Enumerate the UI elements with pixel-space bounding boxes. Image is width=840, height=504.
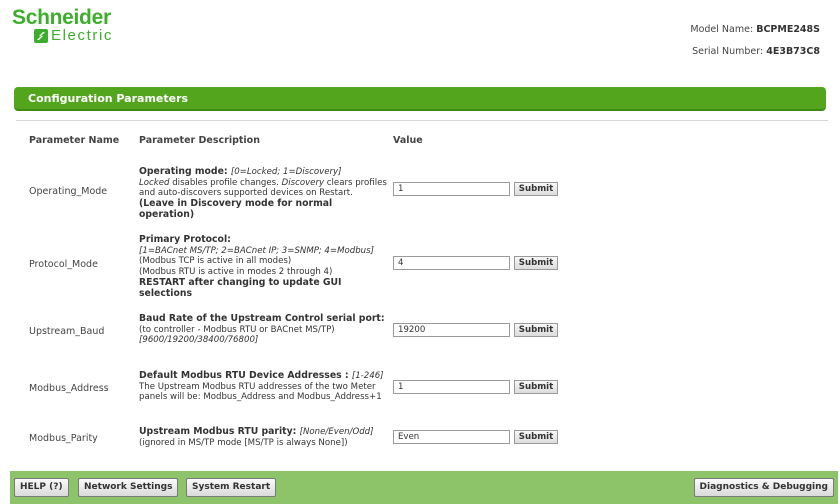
param-name-upstream-baud: Upstream_Baud <box>29 326 105 337</box>
schneider-electric-logo: Schneider Electric <box>12 7 122 49</box>
electric-mark-icon <box>34 29 48 43</box>
param-name-protocol-mode: Protocol_Mode <box>29 259 98 270</box>
operating-mode-submit-button[interactable]: Submit <box>514 182 558 196</box>
modbus-address-submit-button[interactable]: Submit <box>514 380 558 394</box>
protocol-mode-submit-button[interactable]: Submit <box>514 256 558 270</box>
logo-wordmark: Schneider <box>12 6 111 29</box>
param-desc-upstream-baud: Baud Rate of the Upstream Control serial… <box>139 313 385 346</box>
modbus-parity-input[interactable] <box>393 430 510 444</box>
protocol-mode-input[interactable] <box>393 256 510 270</box>
operating-mode-input[interactable] <box>393 182 510 196</box>
system-restart-button[interactable]: System Restart <box>186 478 277 497</box>
upstream-baud-input[interactable] <box>393 323 510 337</box>
param-desc-modbus-parity: Upstream Modbus RTU parity: [None/Even/O… <box>139 426 374 448</box>
upstream-baud-submit-button[interactable]: Submit <box>514 323 558 337</box>
param-desc-protocol-mode: Primary Protocol: [1=BACnet MS/TP; 2=BAC… <box>139 234 374 299</box>
section-title: Configuration Parameters <box>14 87 826 111</box>
serial-number: Serial Number: 4E3B73C8 <box>692 46 820 57</box>
footer-bar: HELP (?) Network Settings System Restart… <box>10 471 838 504</box>
modbus-parity-submit-button[interactable]: Submit <box>514 430 558 444</box>
model-value: BCPME248S <box>756 24 820 35</box>
help-button[interactable]: HELP (?) <box>14 478 69 497</box>
param-name-modbus-address: Modbus_Address <box>29 383 109 394</box>
column-header-description: Parameter Description <box>139 135 260 146</box>
serial-value: 4E3B73C8 <box>766 46 820 57</box>
param-desc-operating-mode: Operating mode: [0=Locked; 1=Discovery] … <box>139 166 387 220</box>
diagnostics-button[interactable]: Diagnostics & Debugging <box>693 478 834 497</box>
param-name-operating-mode: Operating_Mode <box>29 186 108 197</box>
divider <box>16 120 828 121</box>
column-header-name: Parameter Name <box>29 135 120 146</box>
param-desc-modbus-address: Default Modbus RTU Device Addresses : [1… <box>139 370 384 403</box>
model-name: Model Name: BCPME248S <box>690 24 820 35</box>
network-settings-button[interactable]: Network Settings <box>78 478 179 497</box>
param-name-modbus-parity: Modbus_Parity <box>29 433 98 444</box>
logo-subword: Electric <box>51 27 113 44</box>
modbus-address-input[interactable] <box>393 380 510 394</box>
column-header-value: Value <box>393 135 423 146</box>
